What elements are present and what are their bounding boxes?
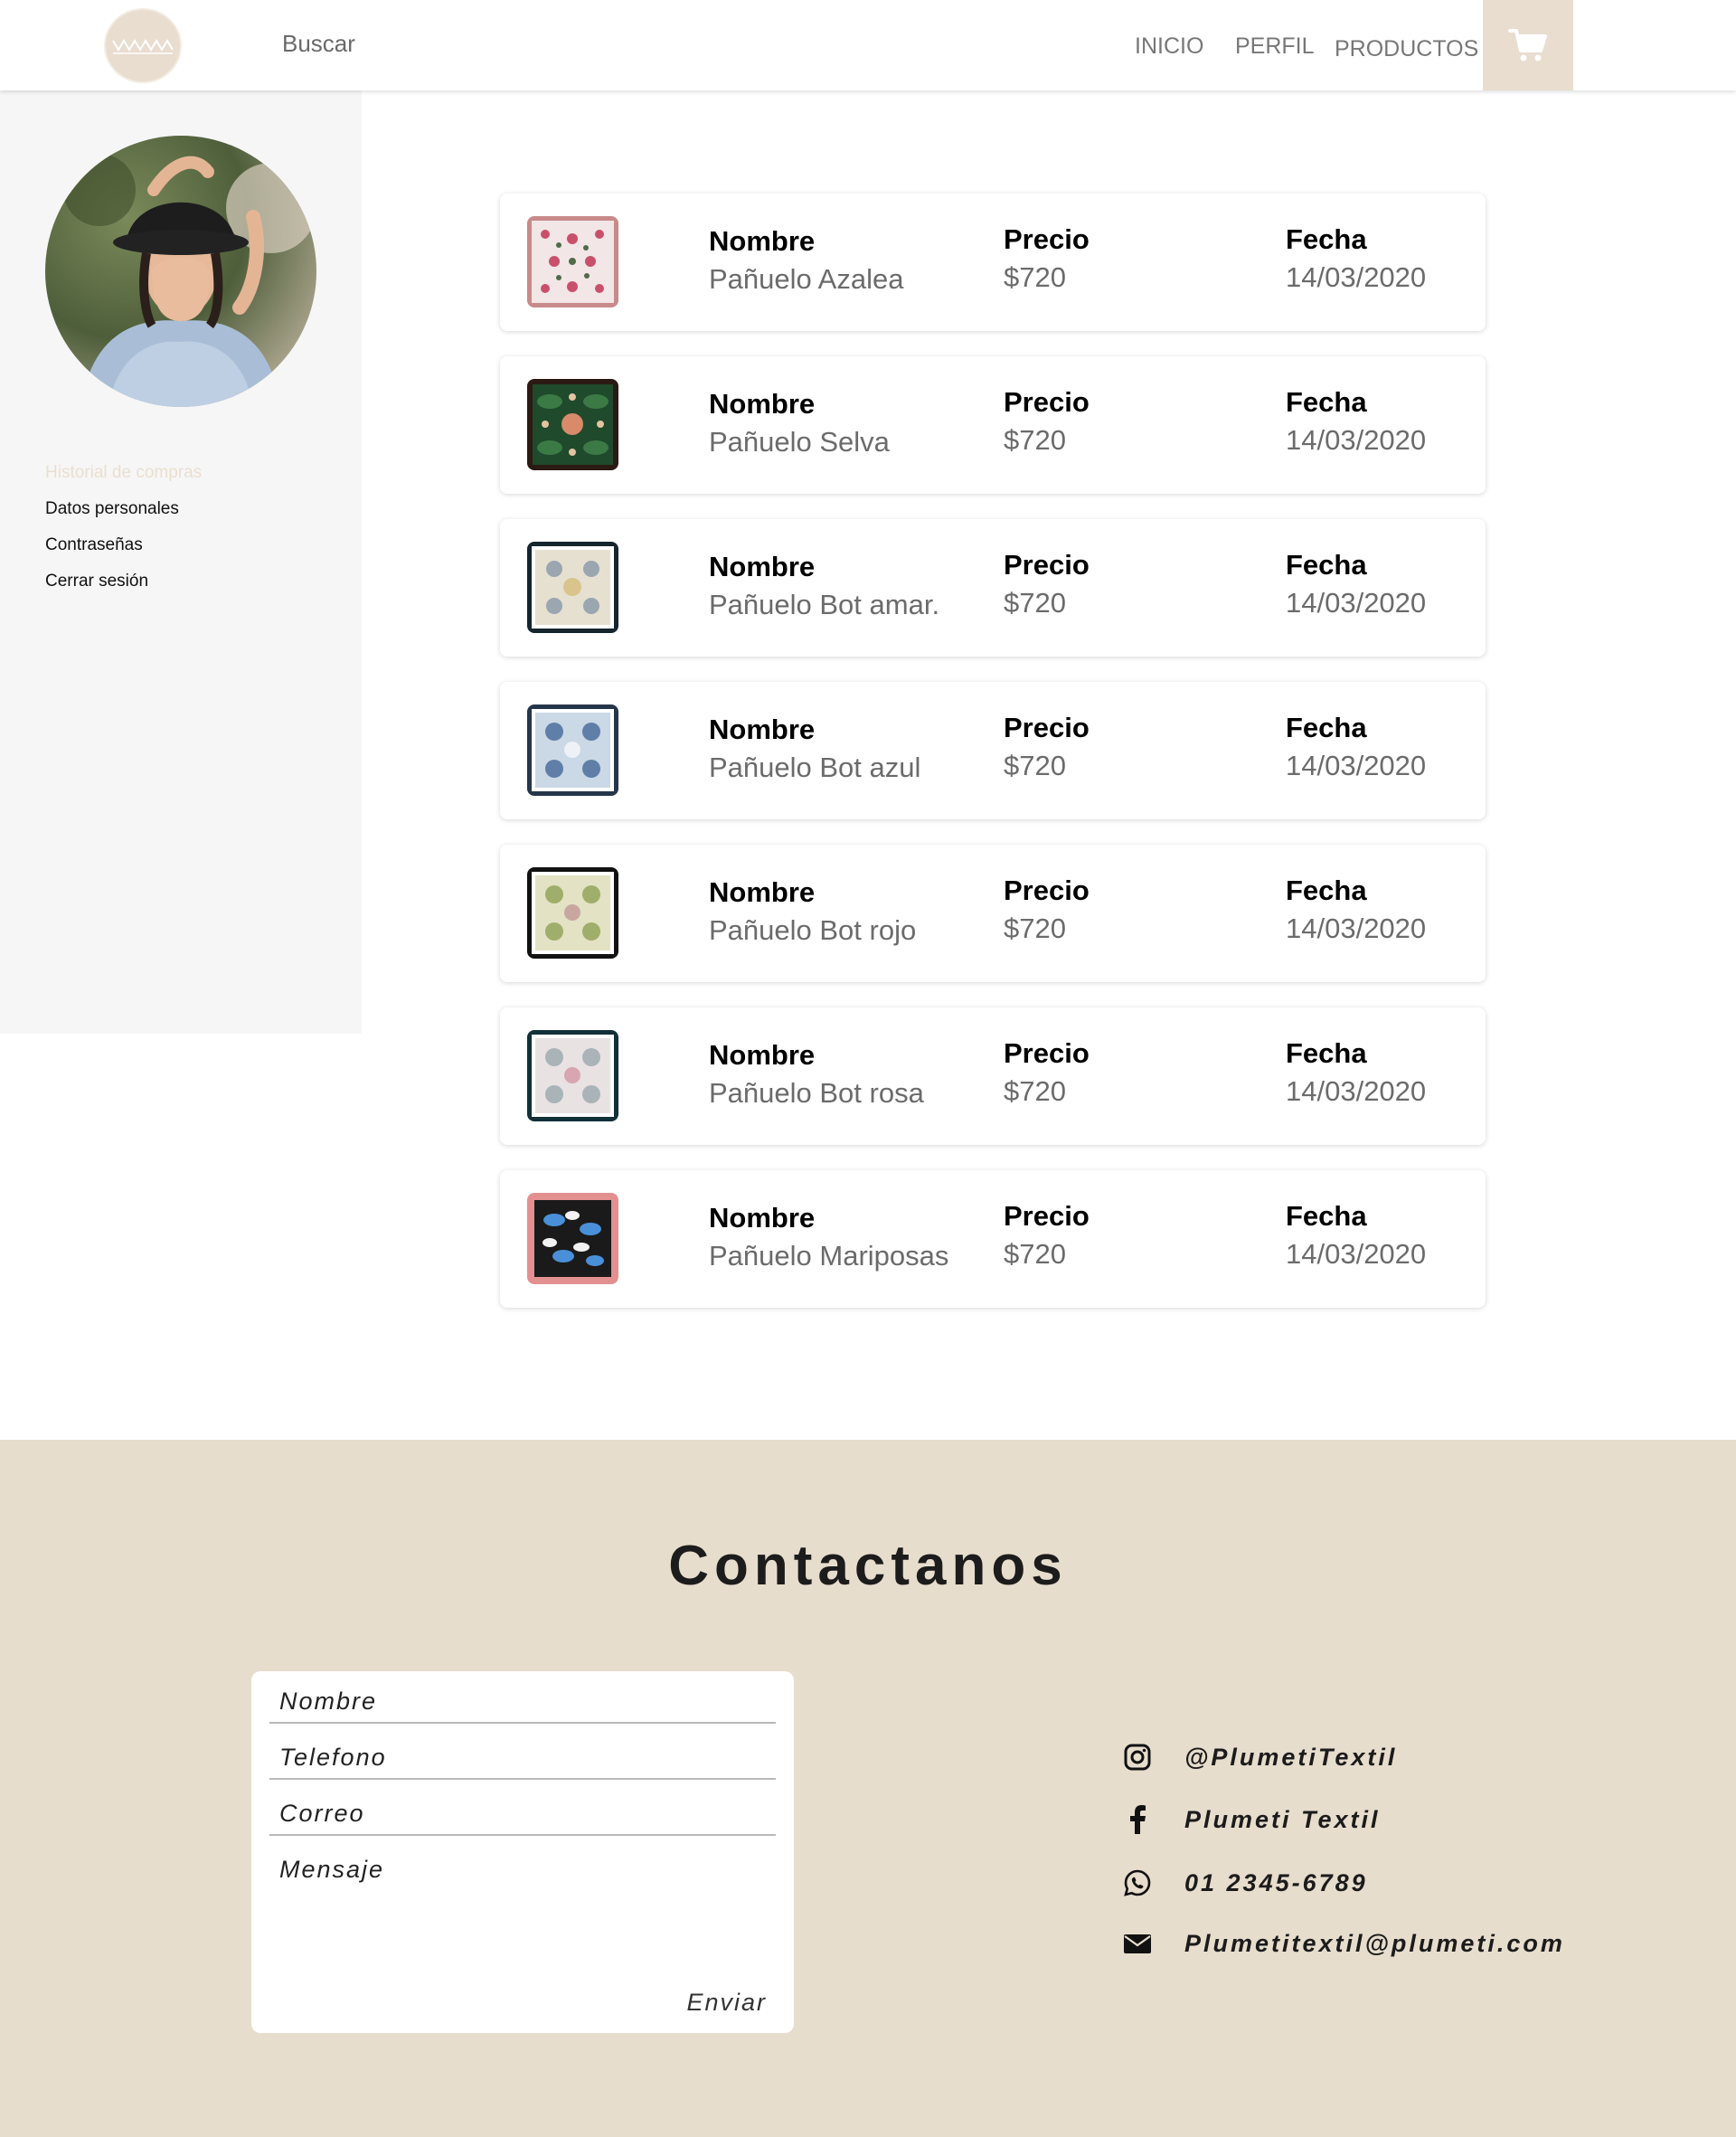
product-name: Pañuelo Selva xyxy=(709,426,890,458)
purchase-date: 14/03/2020 xyxy=(1286,1075,1427,1107)
logo-pattern-icon xyxy=(112,38,174,54)
purchase-date: 14/03/2020 xyxy=(1286,1238,1427,1270)
sidebar-item-cerrar-sesion[interactable]: Cerrar sesión xyxy=(45,572,148,591)
sidebar-item-historial[interactable]: Historial de compras xyxy=(45,463,202,483)
product-thumbnail xyxy=(527,379,618,470)
send-button[interactable]: Enviar xyxy=(686,1989,767,2017)
price-label: Precio xyxy=(1004,1200,1090,1232)
date-label: Fecha xyxy=(1286,223,1367,255)
order-card[interactable]: Nombre Pañuelo Bot azul Precio $720 Fecha 1… xyxy=(500,682,1486,819)
order-card[interactable]: Nombre Pañuelo Bot rosa Precio $720 Fecha 1… xyxy=(500,1007,1486,1145)
contact-title: Contactanos xyxy=(668,1535,1068,1597)
price-label: Precio xyxy=(1004,712,1090,743)
instagram-icon xyxy=(1121,1741,1154,1773)
profile-sidebar: Historial de compras Datos personales Co… xyxy=(0,90,362,1034)
product-name: Pañuelo Bot rosa xyxy=(709,1077,924,1109)
whatsapp-link[interactable]: 01 2345-6789 xyxy=(1121,1867,1368,1899)
cart-button[interactable] xyxy=(1483,0,1573,90)
envelope-icon xyxy=(1121,1927,1154,1960)
product-price: $720 xyxy=(1004,750,1066,781)
product-thumbnail xyxy=(527,542,618,633)
purchase-date: 14/03/2020 xyxy=(1286,750,1427,781)
order-card[interactable]: Nombre Pañuelo Mariposas Precio $720 Fecha… xyxy=(500,1170,1486,1308)
top-header: Buscar INICIO PERFIL PRODUCTOS xyxy=(0,0,1736,90)
name-field[interactable]: Nombre xyxy=(269,1671,776,1724)
instagram-handle: @PlumetiTextil xyxy=(1184,1743,1398,1771)
product-thumbnail xyxy=(527,1193,618,1284)
name-label: Nombre xyxy=(709,225,816,257)
sidebar-item-contrasenas[interactable]: Contraseñas xyxy=(45,535,143,555)
purchase-date: 14/03/2020 xyxy=(1286,424,1427,456)
email-address: Plumetitextil@plumeti.com xyxy=(1184,1929,1565,1957)
order-card[interactable]: Nombre Pañuelo Selva Precio $720 Fecha 14/0… xyxy=(500,356,1486,494)
purchase-date: 14/03/2020 xyxy=(1286,261,1427,293)
whatsapp-icon xyxy=(1121,1867,1154,1899)
product-name: Pañuelo Mariposas xyxy=(709,1240,949,1272)
name-label: Nombre xyxy=(709,1039,816,1071)
product-price: $720 xyxy=(1004,912,1066,944)
purchase-date: 14/03/2020 xyxy=(1286,587,1427,619)
user-avatar xyxy=(45,136,316,407)
nav-perfil[interactable]: PERFIL xyxy=(1235,33,1315,60)
facebook-link[interactable]: Plumeti Textil xyxy=(1121,1803,1381,1836)
price-label: Precio xyxy=(1004,386,1090,418)
product-price: $720 xyxy=(1004,1238,1066,1270)
product-price: $720 xyxy=(1004,1075,1066,1107)
brand-logo[interactable] xyxy=(104,8,182,83)
facebook-name: Plumeti Textil xyxy=(1184,1805,1381,1833)
search-link[interactable]: Buscar xyxy=(282,30,355,58)
name-label: Nombre xyxy=(709,388,816,420)
price-label: Precio xyxy=(1004,549,1090,581)
product-thumbnail xyxy=(527,216,618,307)
nav-productos[interactable]: PRODUCTOS xyxy=(1335,36,1478,62)
name-label: Nombre xyxy=(709,876,816,908)
date-label: Fecha xyxy=(1286,1037,1367,1069)
product-price: $720 xyxy=(1004,261,1066,293)
product-name: Pañuelo Bot rojo xyxy=(709,914,917,946)
nav-inicio[interactable]: INICIO xyxy=(1135,33,1203,60)
message-field[interactable]: Mensaje xyxy=(269,1839,776,1957)
order-card[interactable]: Nombre Pañuelo Bot amar. Precio $720 Fecha… xyxy=(500,519,1486,657)
email-field[interactable]: Correo xyxy=(269,1783,776,1836)
sidebar-item-datos-personales[interactable]: Datos personales xyxy=(45,499,179,519)
name-label: Nombre xyxy=(709,714,816,745)
order-card[interactable]: Nombre Pañuelo Bot rojo Precio $720 Fecha 1… xyxy=(500,845,1486,982)
name-label: Nombre xyxy=(709,551,816,582)
whatsapp-number: 01 2345-6789 xyxy=(1184,1868,1368,1896)
contact-section: Contactanos Nombre Telefono Correo Mensa… xyxy=(0,1440,1736,2137)
facebook-icon xyxy=(1121,1803,1154,1836)
product-name: Pañuelo Bot azul xyxy=(709,752,921,783)
contact-form: Nombre Telefono Correo Mensaje Enviar xyxy=(251,1671,794,2033)
product-name: Pañuelo Azalea xyxy=(709,263,904,295)
price-label: Precio xyxy=(1004,875,1090,906)
price-label: Precio xyxy=(1004,223,1090,255)
email-link[interactable]: Plumetitextil@plumeti.com xyxy=(1121,1927,1565,1960)
date-label: Fecha xyxy=(1286,712,1367,743)
product-thumbnail xyxy=(527,867,618,959)
product-thumbnail xyxy=(527,1030,618,1121)
purchase-date: 14/03/2020 xyxy=(1286,912,1427,944)
date-label: Fecha xyxy=(1286,386,1367,418)
date-label: Fecha xyxy=(1286,549,1367,581)
phone-field[interactable]: Telefono xyxy=(269,1727,776,1780)
date-label: Fecha xyxy=(1286,875,1367,906)
product-price: $720 xyxy=(1004,587,1066,619)
product-thumbnail xyxy=(527,704,618,796)
price-label: Precio xyxy=(1004,1037,1090,1069)
name-label: Nombre xyxy=(709,1202,816,1234)
product-price: $720 xyxy=(1004,424,1066,456)
date-label: Fecha xyxy=(1286,1200,1367,1232)
product-name: Pañuelo Bot amar. xyxy=(709,589,940,620)
order-card[interactable]: Nombre Pañuelo Azalea Precio $720 Fecha 14/… xyxy=(500,194,1486,331)
instagram-link[interactable]: @PlumetiTextil xyxy=(1121,1741,1397,1773)
shopping-cart-icon xyxy=(1508,29,1547,61)
